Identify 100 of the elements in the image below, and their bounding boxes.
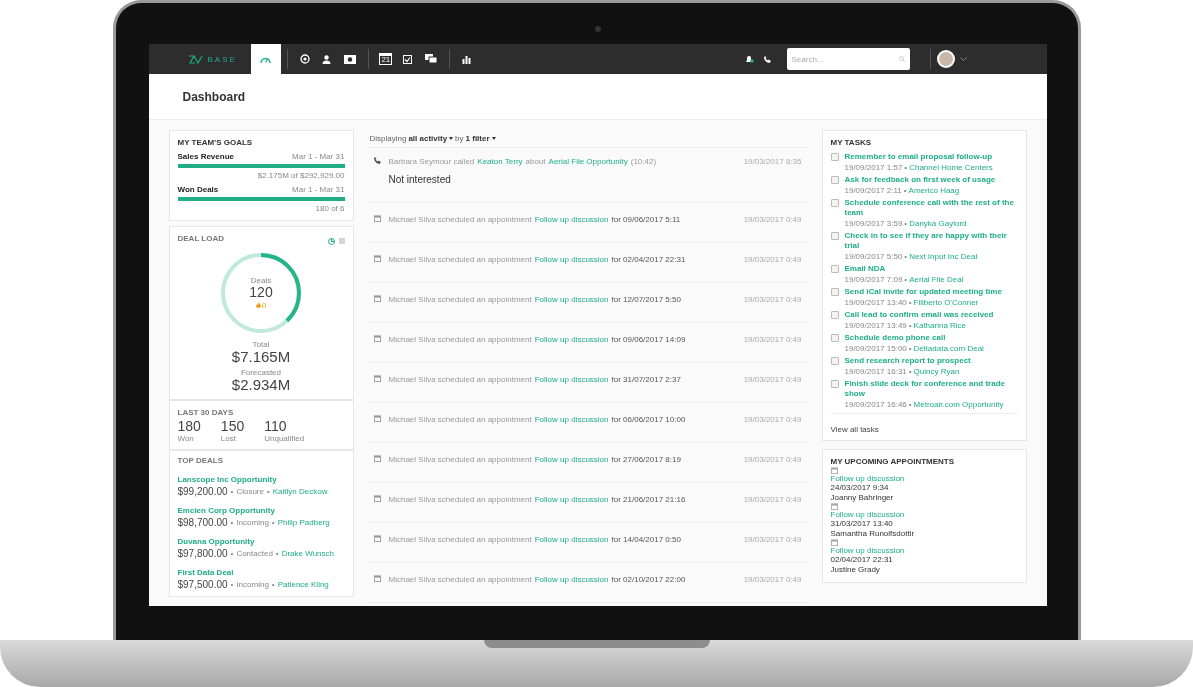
deal-link[interactable]: Duvana Opportunity <box>177 537 255 547</box>
hot-count: 0 <box>261 300 267 310</box>
caret-icon <box>491 137 496 140</box>
deal-amount: $99,200.00 <box>177 486 228 498</box>
activity-text: for 12/07/2017 5:50 <box>611 295 681 304</box>
separator: • <box>904 252 908 261</box>
activity-text: Michael Silva scheduled an appointment <box>388 335 532 344</box>
activity-text: Michael Silva scheduled an appointment <box>388 375 532 384</box>
task-checkbox[interactable] <box>830 265 839 273</box>
task-checkbox[interactable] <box>830 334 839 342</box>
task-title[interactable]: Send iCal invite for updated meeting time <box>844 287 1002 297</box>
activity-time: 19/03/2017 8:35 <box>743 157 802 168</box>
appointment-link[interactable]: Follow up discussion <box>830 474 905 483</box>
owner-link[interactable]: Drake Wunsch <box>281 549 334 559</box>
stat-label: Unqualified <box>264 434 305 444</box>
task-title[interactable]: Finish slide deck for conference and trade show <box>844 379 1018 399</box>
task-title[interactable]: Send research report to prospect <box>844 356 971 366</box>
task-checkbox[interactable] <box>830 153 839 161</box>
owner-link[interactable]: Kaitlyn Deckow <box>272 487 328 497</box>
activity-link[interactable]: Follow up discussion <box>534 255 609 264</box>
task-title[interactable]: Email NDA <box>844 264 964 274</box>
pie-chart-icon[interactable] <box>327 237 335 245</box>
stat-label: Won <box>177 434 195 444</box>
task-checkbox[interactable] <box>830 311 839 319</box>
task-checkbox[interactable] <box>830 232 839 240</box>
search-field[interactable]: Search... <box>786 48 910 70</box>
task-checkbox[interactable] <box>830 176 839 184</box>
task-related-link[interactable]: Deltadata.com Deal <box>913 344 984 353</box>
owner-link[interactable]: Philip Padberg <box>277 518 330 528</box>
activity-time: 19/03/2017 0:49 <box>743 455 802 466</box>
activity-link[interactable]: Follow up discussion <box>534 575 609 584</box>
nav-tab[interactable] <box>250 44 281 74</box>
total-value: $7.165M <box>231 349 291 366</box>
task-title[interactable]: Schedule demo phone call <box>844 333 984 343</box>
activity-text: for 06/06/2017 10:00 <box>611 415 686 424</box>
task-checkbox[interactable] <box>830 288 839 296</box>
owner-link[interactable]: Patience Kling <box>277 580 329 590</box>
activity-link[interactable]: Follow up discussion <box>534 535 609 544</box>
bar-chart-icon <box>462 54 472 64</box>
task-related-link[interactable]: Aerial File Deal <box>909 275 964 284</box>
appointment-time: 24/03/2017 9:34 <box>830 483 889 493</box>
separator: • <box>908 344 912 353</box>
task-title[interactable]: Ask for feedback on first week of usage <box>844 175 996 185</box>
appointment-person: Joanny Bahringer <box>830 493 894 503</box>
activity-note: Not interested <box>388 174 452 185</box>
task-checkbox[interactable] <box>830 199 839 207</box>
activity-time: 19/03/2017 0:49 <box>743 495 802 506</box>
deal-link[interactable]: Emcien Corp Opportunity <box>177 506 275 516</box>
card-title: LAST 30 DAYS <box>177 408 235 417</box>
appointment-link[interactable]: Follow up discussion <box>830 546 905 555</box>
task-title[interactable]: Call lead to confirm email was received <box>844 310 994 320</box>
gauge-icon <box>260 55 272 63</box>
activity-link[interactable]: Follow up discussion <box>534 335 609 344</box>
activity-text: for 27/06/2017 8:19 <box>611 455 681 464</box>
task-title[interactable]: Check in to see if they are happy with their trial <box>844 231 1018 251</box>
task-related-link[interactable]: Channel Home Centers <box>909 163 993 172</box>
task-title[interactable]: Schedule conference call with the rest of the team <box>844 198 1018 218</box>
contact-link[interactable]: Keaton Terry <box>477 157 523 166</box>
avatar[interactable] <box>936 50 955 68</box>
activity-time: 19/03/2017 0:49 <box>743 335 802 346</box>
forecast-value: $2.934M <box>231 376 291 393</box>
task-related-link[interactable]: Next Input Inc Deal <box>909 252 978 261</box>
activity-link[interactable]: Aerial File Opportunity <box>548 157 628 166</box>
calendar-icon <box>830 467 838 474</box>
task-related-link[interactable]: Americo Haag <box>908 186 960 195</box>
activity-link[interactable]: Follow up discussion <box>534 415 609 424</box>
activity-dropdown[interactable]: all activity <box>408 134 454 143</box>
activity-time: 19/03/2017 0:49 <box>743 535 802 546</box>
caret-icon <box>449 137 454 140</box>
goal-summary: $2.175M of $292,929.00 <box>257 171 345 180</box>
task-related-link[interactable]: Danyka Gaylord <box>909 219 967 228</box>
deal-link[interactable]: Lanscope Inc Opportunity <box>177 475 277 485</box>
task-related-link[interactable]: Metroair.com Opportunity <box>913 400 1004 409</box>
activity-time: 19/03/2017 0:49 <box>743 415 802 426</box>
card-title: MY TASKS <box>830 138 873 147</box>
task-checkbox[interactable] <box>830 380 839 388</box>
appointment-link[interactable]: Follow up discussion <box>830 510 905 519</box>
filter-dropdown[interactable]: 1 filter <box>465 134 496 143</box>
task-related-link[interactable]: Katharina Rice <box>913 321 967 330</box>
task-checkbox[interactable] <box>830 357 839 365</box>
view-all-link[interactable]: View all tasks <box>830 425 879 434</box>
activity-link[interactable]: Follow up discussion <box>534 495 609 504</box>
activity-link[interactable]: Follow up discussion <box>534 455 609 464</box>
separator: • <box>230 518 234 528</box>
task-related-link[interactable]: Filiberto O'Conner <box>913 298 979 307</box>
activity-link[interactable]: Follow up discussion <box>534 295 609 304</box>
task-title[interactable]: Remember to email proposal follow-up <box>844 152 993 162</box>
task-related-link[interactable]: Quincy Ryan <box>913 367 960 376</box>
activity-link[interactable]: Follow up discussion <box>534 215 609 224</box>
nav-tab[interactable]: 21 <box>374 44 397 74</box>
deal-link[interactable]: First Data Deal <box>177 568 234 578</box>
phone-icon <box>764 55 771 63</box>
calendar-icon <box>373 375 381 382</box>
activity-link[interactable]: Follow up discussion <box>534 375 609 384</box>
chevron-down-icon[interactable] <box>959 57 967 61</box>
separator: • <box>271 580 275 590</box>
calendar-icon <box>373 255 381 262</box>
goal-summary: 180 of 6 <box>315 204 345 213</box>
card-title: MY UPCOMING APPOINTMENTS <box>830 457 956 466</box>
deal-amount: $97,500.00 <box>177 579 228 591</box>
